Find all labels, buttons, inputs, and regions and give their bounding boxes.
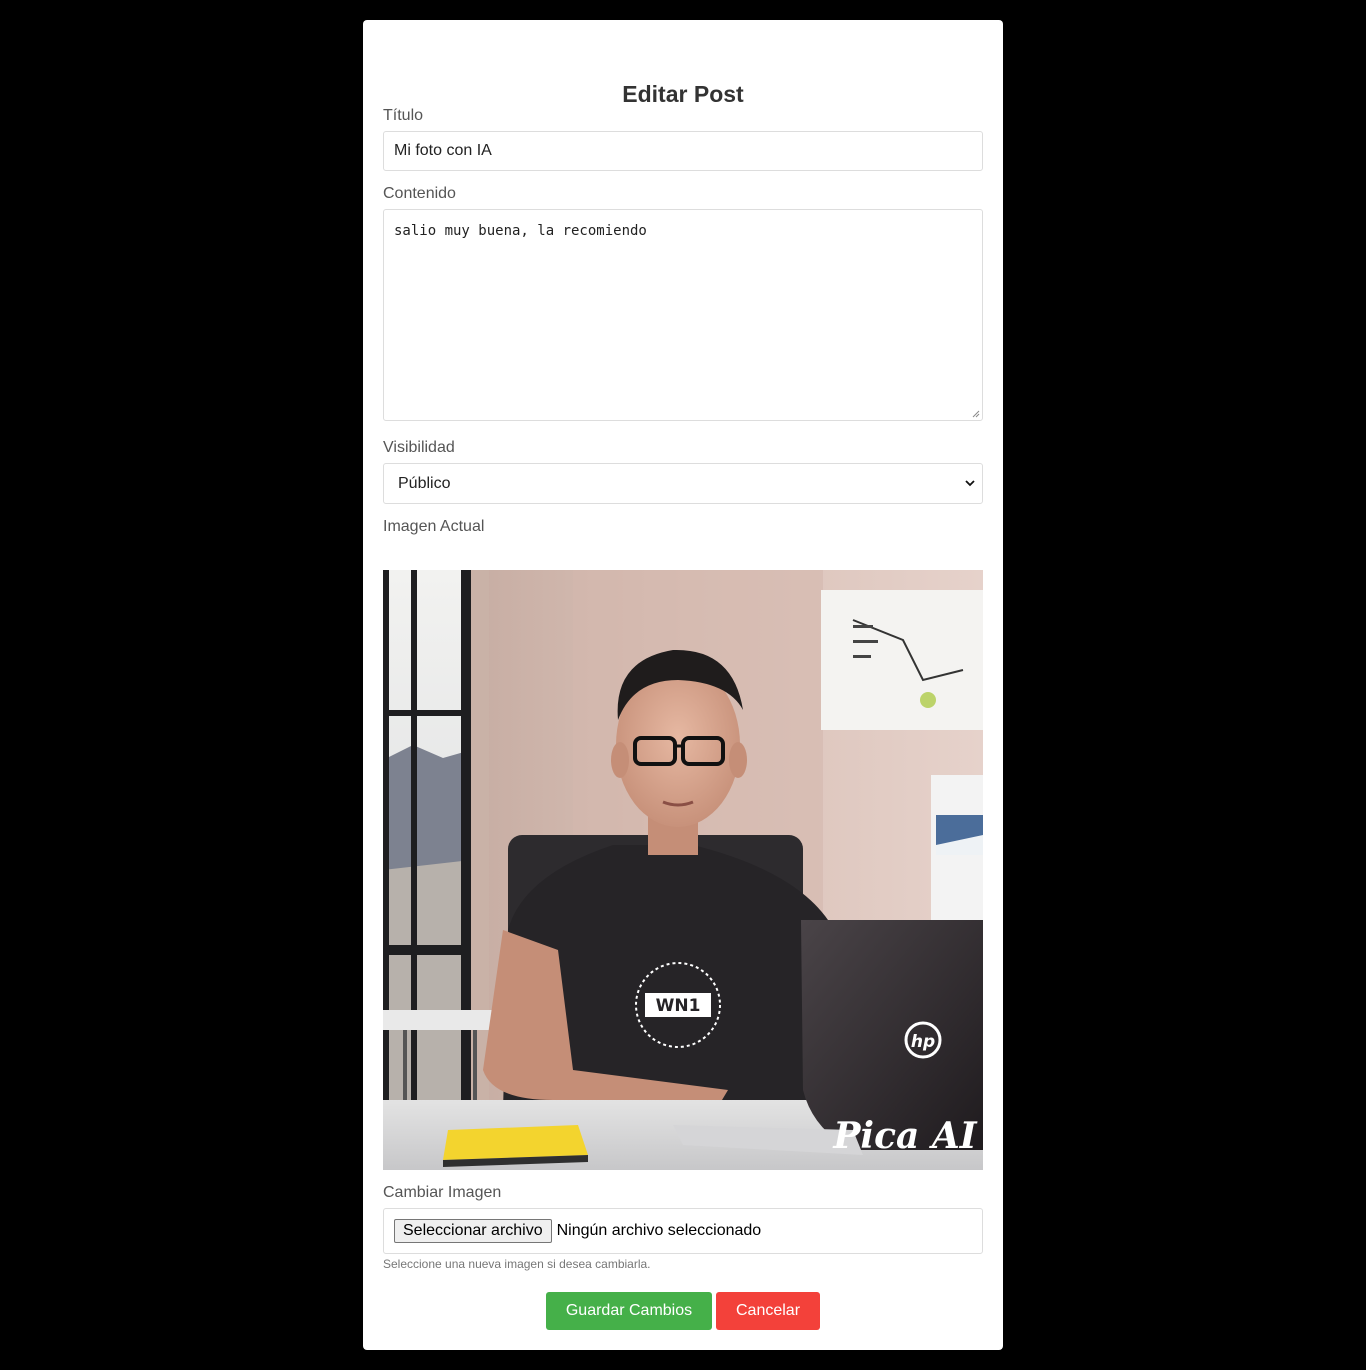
title-input[interactable]: Mi foto con IA — [383, 131, 983, 171]
laptop-logo-text: hp — [911, 1032, 935, 1052]
choose-file-button[interactable]: Seleccionar archivo — [394, 1219, 552, 1243]
cancel-button[interactable]: Cancelar — [716, 1292, 820, 1330]
content-text: salio muy buena, la recomiendo — [394, 223, 647, 239]
watermark-text: Pica AI — [832, 1115, 977, 1157]
chevron-down-icon — [965, 480, 975, 487]
post-photo: WN1 hp Pica AI — [383, 570, 983, 1170]
page-title: Editar Post — [622, 81, 744, 107]
visibility-select[interactable]: Público — [383, 463, 983, 504]
file-status-text: Ningún archivo seleccionado — [556, 1222, 762, 1239]
current-post-image: WN1 hp Pica AI — [383, 570, 983, 1170]
change-image-label: Cambiar Imagen — [383, 1184, 502, 1201]
resize-grip-icon[interactable] — [972, 410, 980, 418]
visibility-selected-value: Público — [398, 475, 451, 492]
shirt-logo-text: WN1 — [656, 996, 701, 1016]
content-textarea[interactable]: salio muy buena, la recomiendo — [383, 209, 983, 421]
image-file-input[interactable]: Seleccionar archivo Ningún archivo selec… — [383, 1208, 983, 1254]
content-label: Contenido — [383, 185, 456, 202]
visibility-label: Visibilidad — [383, 439, 455, 456]
file-hint-text: Seleccione una nueva imagen si desea cam… — [383, 1257, 651, 1271]
title-label: Título — [383, 107, 424, 124]
edit-post-card: Editar Post Título Mi foto con IA Conten… — [363, 20, 1003, 1350]
current-image-label: Imagen Actual — [383, 518, 485, 535]
save-button[interactable]: Guardar Cambios — [546, 1292, 712, 1330]
